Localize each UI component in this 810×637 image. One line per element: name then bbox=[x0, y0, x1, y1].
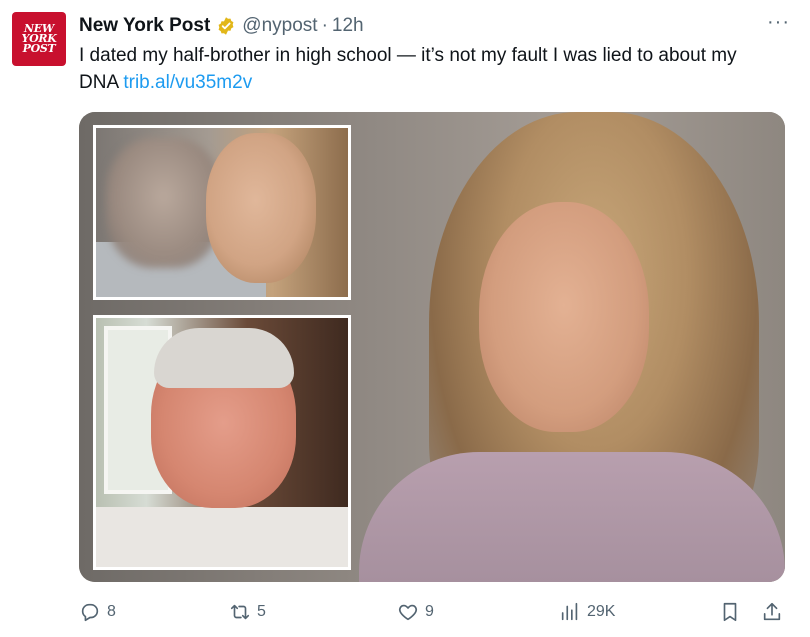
like-count: 9 bbox=[425, 603, 434, 620]
account-handle[interactable]: @nypost bbox=[242, 15, 317, 37]
woman-face bbox=[479, 202, 649, 432]
inset-photo-kiss bbox=[93, 125, 351, 300]
inset-woman-face bbox=[206, 133, 316, 283]
tweet-text: I dated my half-brother in high school —… bbox=[79, 42, 779, 96]
more-options-icon[interactable]: ··· bbox=[767, 12, 790, 32]
reply-button[interactable]: 8 bbox=[79, 596, 116, 628]
reply-count: 8 bbox=[107, 603, 116, 620]
woman-sweater bbox=[359, 452, 785, 582]
inset-man-hair bbox=[154, 328, 294, 388]
timestamp[interactable]: 12h bbox=[332, 15, 364, 37]
avatar-line-3: POST bbox=[22, 42, 56, 55]
tweet-link[interactable]: trib.al/vu35m2v bbox=[123, 72, 252, 93]
views-button[interactable]: 29K bbox=[559, 596, 615, 628]
view-count: 29K bbox=[587, 603, 616, 620]
inset-man-shirt bbox=[96, 507, 348, 567]
reply-icon bbox=[81, 603, 99, 622]
action-bar: 8 5 9 29K bbox=[79, 596, 785, 628]
inset-photo-man bbox=[93, 315, 351, 570]
tweet-media-image[interactable] bbox=[79, 112, 785, 582]
bookmark-button[interactable] bbox=[719, 596, 741, 628]
display-name[interactable]: New York Post bbox=[79, 15, 210, 37]
analytics-icon bbox=[561, 602, 578, 621]
share-button[interactable] bbox=[761, 596, 783, 628]
share-icon bbox=[763, 602, 781, 621]
tweet-header: New York Post @nypost · 12h bbox=[79, 14, 770, 38]
bookmark-icon bbox=[723, 602, 737, 622]
retweet-button[interactable]: 5 bbox=[229, 596, 266, 628]
heart-icon bbox=[398, 604, 418, 621]
separator-dot: · bbox=[321, 15, 328, 36]
like-button[interactable]: 9 bbox=[397, 596, 434, 628]
blurred-face bbox=[106, 138, 221, 268]
account-avatar[interactable]: NEW YORK POST bbox=[12, 12, 66, 66]
retweet-icon bbox=[230, 604, 250, 620]
verified-badge-icon bbox=[218, 17, 234, 35]
retweet-count: 5 bbox=[257, 603, 266, 620]
